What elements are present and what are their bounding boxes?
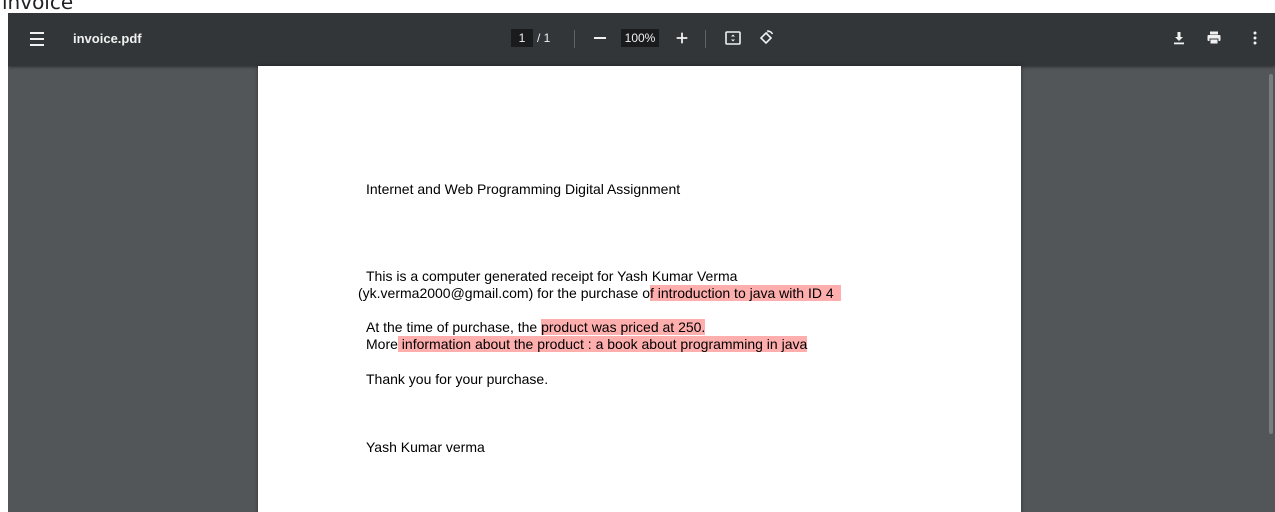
scrollbar[interactable] bbox=[1267, 66, 1275, 512]
rotate-icon[interactable] bbox=[757, 29, 775, 47]
print-icon[interactable] bbox=[1205, 29, 1223, 47]
info-text: More bbox=[366, 336, 398, 352]
document-title: Internet and Web Programming Digital Ass… bbox=[366, 181, 681, 197]
minus-icon[interactable] bbox=[592, 29, 608, 47]
toolbar-divider bbox=[705, 30, 706, 48]
download-icon[interactable] bbox=[1170, 29, 1188, 47]
info-line: More information about the product : a b… bbox=[366, 336, 808, 352]
thanks-line: Thank you for your purchase. bbox=[366, 371, 549, 387]
price-text: At the time of purchase, the bbox=[366, 319, 542, 335]
scrollbar-thumb[interactable] bbox=[1269, 74, 1273, 434]
rotate-glyph bbox=[759, 30, 774, 45]
receipt-text: (yk.verma2000@gmail.com) for the purchas… bbox=[358, 285, 650, 301]
more-vertical-glyph bbox=[1253, 31, 1257, 45]
page-count: / 1 bbox=[537, 31, 551, 45]
fit-to-page-icon[interactable] bbox=[724, 29, 742, 47]
receipt-line: This is a computer generated receipt for… bbox=[366, 268, 738, 284]
price-line: At the time of purchase, the product was… bbox=[366, 319, 706, 335]
plus-icon[interactable] bbox=[674, 29, 690, 47]
plus-icon-glyph bbox=[676, 32, 688, 44]
print-glyph bbox=[1207, 31, 1221, 45]
highlighted-text: f introduction to java with ID 4 bbox=[650, 285, 834, 301]
zoom-input[interactable]: 100% bbox=[621, 29, 659, 47]
highlighted-text: product was priced at 250. bbox=[541, 319, 706, 335]
signature: Yash Kumar verma bbox=[366, 439, 485, 455]
pdf-viewer: invoice.pdf 1 / 1 100% Internet and Web … bbox=[8, 13, 1275, 512]
page-number-input[interactable]: 1 bbox=[511, 29, 533, 47]
fit-to-page-glyph bbox=[725, 31, 741, 45]
page-heading: invoice bbox=[2, 0, 74, 14]
pdf-toolbar: invoice.pdf 1 / 1 100% bbox=[8, 13, 1275, 66]
highlighted-text: information about the product : a book a… bbox=[397, 336, 808, 352]
pdf-page: Internet and Web Programming Digital Ass… bbox=[258, 66, 1021, 512]
more-vertical-icon[interactable] bbox=[1246, 29, 1264, 47]
toolbar-divider bbox=[574, 30, 575, 48]
highlight-padding bbox=[833, 285, 842, 301]
receipt-line: (yk.verma2000@gmail.com) for the purchas… bbox=[358, 285, 842, 301]
download-glyph bbox=[1174, 32, 1184, 45]
hamburger-menu-icon[interactable] bbox=[26, 28, 48, 50]
file-name: invoice.pdf bbox=[73, 31, 142, 46]
